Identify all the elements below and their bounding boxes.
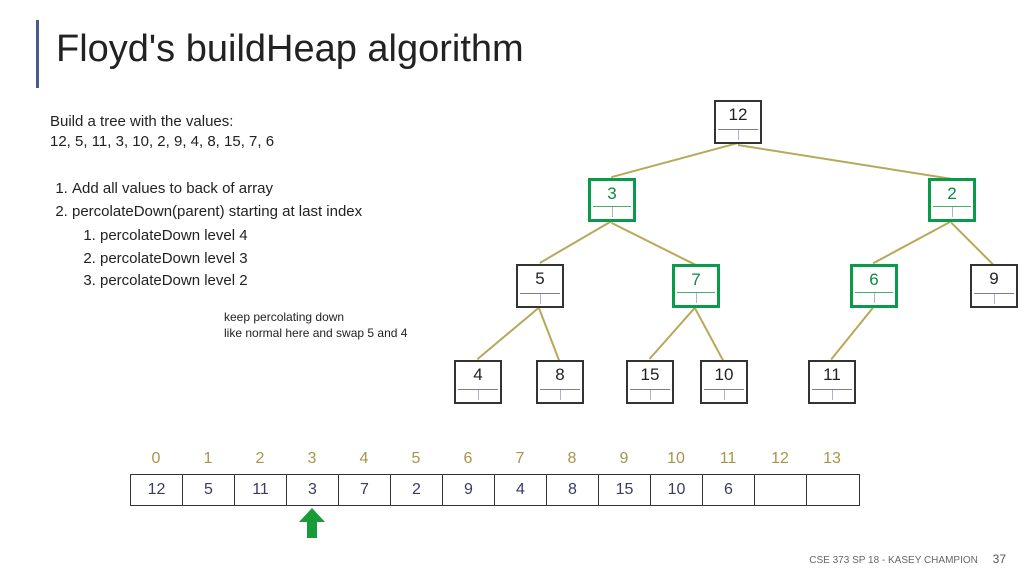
array-index: 12 <box>754 450 806 468</box>
step-1: Add all values to back of array <box>72 178 362 201</box>
tree-node-n11: 10 <box>700 360 748 404</box>
array-cell <box>755 475 807 505</box>
tree-edge <box>738 144 952 179</box>
tree-edge <box>477 307 540 360</box>
slide-title: Floyd's buildHeap algorithm <box>56 28 524 71</box>
array-cell: 5 <box>183 475 235 505</box>
array-cell: 11 <box>235 475 287 505</box>
note-line2: like normal here and swap 5 and 4 <box>224 326 407 342</box>
tree-edge <box>831 307 874 360</box>
subtitle: Build a tree with the values: 12, 5, 11,… <box>50 112 274 153</box>
array-index: 0 <box>130 450 182 468</box>
array-cell: 8 <box>547 475 599 505</box>
tree-edge <box>649 307 696 360</box>
array-index-row: 012345678910111213 <box>130 450 858 468</box>
array-index: 11 <box>702 450 754 468</box>
step-2-text: percolateDown(parent) starting at last i… <box>72 203 362 220</box>
array-index: 8 <box>546 450 598 468</box>
tree-edge <box>539 221 612 264</box>
array-cell: 3 <box>287 475 339 505</box>
tree-node-n4: 5 <box>516 264 564 308</box>
step-2-3: percolateDown level 2 <box>100 270 362 293</box>
tree-node-n12: 11 <box>808 360 856 404</box>
tree-node-value: 4 <box>456 362 500 388</box>
tree-node-value: 8 <box>538 362 582 388</box>
note-line1: keep percolating down <box>224 310 407 326</box>
array-index: 1 <box>182 450 234 468</box>
tree-node-value: 3 <box>591 181 633 207</box>
accent-bar <box>36 20 39 88</box>
tree-node-value: 12 <box>716 102 760 128</box>
array-cell: 15 <box>599 475 651 505</box>
tree-edge <box>695 308 724 361</box>
array-index: 9 <box>598 450 650 468</box>
tree-node-n2: 3 <box>588 178 636 222</box>
tree-node-n9: 8 <box>536 360 584 404</box>
array-cell: 6 <box>703 475 755 505</box>
step-2: percolateDown(parent) starting at last i… <box>72 201 362 293</box>
footer-text: CSE 373 SP 18 - KASEY CHAMPION <box>809 555 978 566</box>
tree-node-value: 11 <box>810 362 854 388</box>
tree-node-value: 9 <box>972 266 1016 292</box>
array-index: 4 <box>338 450 390 468</box>
tree-node-n6: 6 <box>850 264 898 308</box>
subtitle-line1: Build a tree with the values: <box>50 112 274 132</box>
array-cell: 10 <box>651 475 703 505</box>
steps-list: Add all values to back of array percolat… <box>50 178 362 293</box>
tree-node-n3: 2 <box>928 178 976 222</box>
current-index-arrow-icon <box>299 508 325 538</box>
tree-node-value: 7 <box>675 267 717 293</box>
slide-footer: CSE 373 SP 18 - KASEY CHAMPION 37 <box>809 552 1006 566</box>
array-index: 7 <box>494 450 546 468</box>
tree-node-value: 5 <box>518 266 562 292</box>
tree-edge <box>873 221 952 264</box>
tree-edge <box>951 222 994 265</box>
array-index: 13 <box>806 450 858 468</box>
array-cell: 4 <box>495 475 547 505</box>
step-2-1: percolateDown level 4 <box>100 225 362 248</box>
page-number: 37 <box>993 552 1006 566</box>
array-cell: 9 <box>443 475 495 505</box>
array-cell: 7 <box>339 475 391 505</box>
tree-node-n8: 4 <box>454 360 502 404</box>
annotation-note: keep percolating down like normal here a… <box>224 310 407 341</box>
tree-edge <box>612 143 738 178</box>
tree-node-n1: 12 <box>714 100 762 144</box>
array-index: 3 <box>286 450 338 468</box>
array-cell: 12 <box>131 475 183 505</box>
tree-edge <box>611 222 696 265</box>
array-index: 5 <box>390 450 442 468</box>
array-index: 2 <box>234 450 286 468</box>
array-cell: 2 <box>391 475 443 505</box>
subtitle-line2: 12, 5, 11, 3, 10, 2, 9, 4, 8, 15, 7, 6 <box>50 132 274 152</box>
tree-node-value: 15 <box>628 362 672 388</box>
tree-node-n7: 9 <box>970 264 1018 308</box>
array-values-row: 1251137294815106 <box>130 474 860 506</box>
tree-node-n5: 7 <box>672 264 720 308</box>
array-cell <box>807 475 859 505</box>
step-2-2: percolateDown level 3 <box>100 248 362 271</box>
tree-edge <box>539 308 560 361</box>
array-index: 6 <box>442 450 494 468</box>
tree-node-n10: 15 <box>626 360 674 404</box>
array-index: 10 <box>650 450 702 468</box>
tree-node-value: 2 <box>931 181 973 207</box>
tree-node-value: 6 <box>853 267 895 293</box>
tree-node-value: 10 <box>702 362 746 388</box>
